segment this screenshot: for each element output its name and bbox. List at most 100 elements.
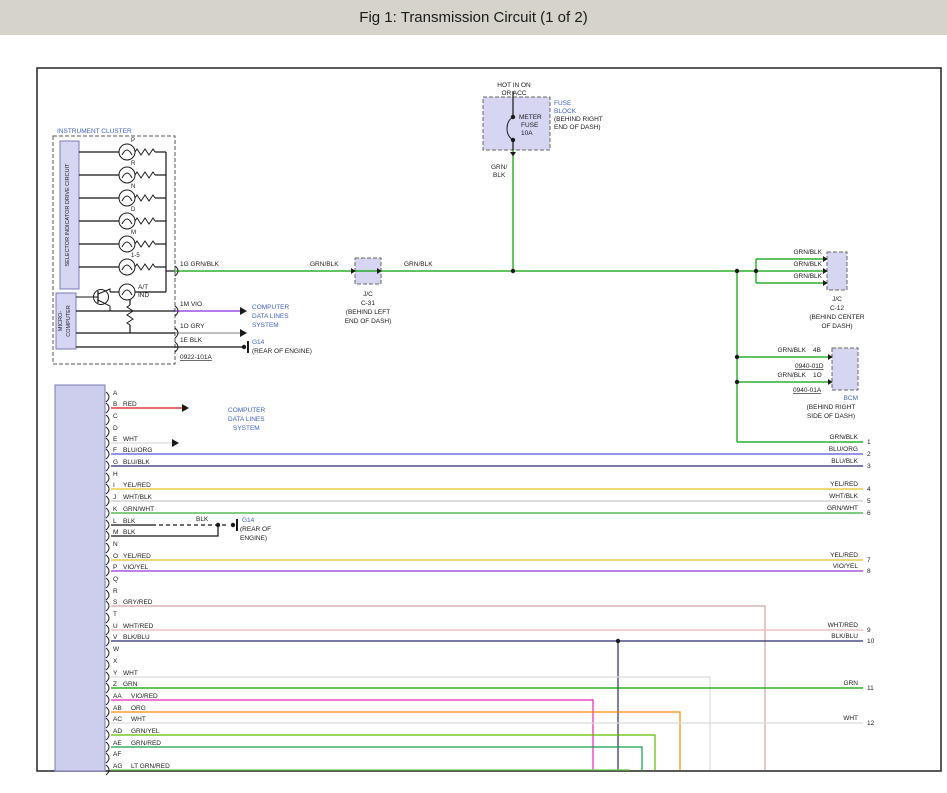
row-pin-letter-AB: AB — [113, 705, 122, 712]
bulb-label: N — [131, 184, 135, 190]
diagram-text: ENGINE) — [240, 535, 267, 542]
diagram-text: J/C — [363, 291, 373, 298]
ground-dot — [242, 345, 246, 349]
diagram-text[interactable]: 0940-01A — [793, 387, 822, 394]
junction-dot — [616, 639, 620, 643]
bcm-box — [832, 348, 858, 390]
row-pin-letter-B: B — [113, 401, 117, 408]
row-wire-label-Y: WHT — [123, 670, 138, 677]
diagram-text: 4B — [813, 347, 821, 354]
diagram-text: FUSE — [554, 100, 572, 107]
row-pin-letter-S: S — [113, 599, 118, 606]
fuse-block-box — [483, 97, 550, 150]
diagram-text[interactable]: 0940-01D — [795, 363, 824, 370]
right-pin-number-11: 11 — [867, 685, 874, 692]
diagram-text: SIDE OF DASH) — [807, 413, 855, 420]
right-pin-number-6: 6 — [867, 510, 871, 517]
row-pin-letter-Z: Z — [113, 681, 117, 688]
row-wire-label-U: WHT/RED — [123, 623, 154, 630]
diagram-text: GRN/BLK — [777, 347, 806, 354]
row-pin-letter-U: U — [113, 623, 118, 630]
bulb-label: R — [131, 161, 136, 167]
diagram-text: A/T — [138, 284, 148, 291]
right-wire-label-5: WHT/BLK — [829, 493, 859, 500]
junction-dot — [735, 355, 739, 359]
row-wire-label-P: VIO/YEL — [123, 564, 149, 571]
row-pin-letter-V: V — [113, 634, 118, 641]
row-wire-label-K: GRN/WHT — [123, 506, 154, 513]
diagram-text: BCM — [844, 395, 858, 402]
right-pin-number-12: 12 — [867, 720, 875, 727]
row-wire-label-B: RED — [123, 401, 137, 408]
row-pin-letter-Y: Y — [113, 670, 118, 677]
diagram-text: C-12 — [830, 305, 844, 312]
row-wire-label-AA: VIO/RED — [131, 693, 158, 700]
row-pin-letter-D: D — [113, 425, 118, 432]
row-pin-letter-G: G — [113, 459, 118, 466]
right-pin-number-7: 7 — [867, 557, 871, 564]
right-wire-label-1: GRN/BLK — [829, 434, 858, 441]
row-wire-label-G: BLU/BLK — [123, 459, 150, 466]
diagram-text[interactable]: 0922-101A — [180, 354, 212, 361]
diagram-text: 1O — [813, 372, 822, 379]
junction-dot — [735, 380, 739, 384]
row-wire-label-AE: GRN/RED — [131, 740, 161, 747]
right-pin-number-5: 5 — [867, 498, 871, 505]
diagram-text: GRN/BLK — [404, 261, 433, 268]
diagram-text: HOT IN ON — [497, 82, 531, 89]
right-pin-number-3: 3 — [867, 463, 871, 470]
right-wire-label-2: BLU/ORG — [829, 446, 858, 453]
junction-dot — [754, 269, 758, 273]
row-pin-letter-W: W — [113, 646, 120, 653]
diagram-border — [37, 68, 941, 771]
right-wire-label-12: WHT — [843, 715, 858, 722]
row-pin-letter-N: N — [113, 541, 118, 548]
diagram-text: OF DASH) — [821, 323, 852, 330]
junction-dot — [735, 269, 739, 273]
row-wire-label-AB: ORG — [131, 705, 146, 712]
row-pin-letter-I: I — [113, 482, 115, 489]
diagram-text: (BEHIND RIGHT — [554, 116, 603, 123]
row-pin-letter-AC: AC — [113, 716, 122, 723]
bulb-label: P — [131, 138, 135, 144]
diagram-text: GRN/BLK — [793, 273, 822, 280]
row-pin-letter-A: A — [113, 390, 118, 397]
row-wire-label-L: BLK — [123, 518, 136, 525]
row-pin-letter-L: L — [113, 518, 117, 525]
right-wire-label-9: WHT/RED — [828, 622, 859, 629]
right-wire-label-3: BLU/BLK — [831, 458, 858, 465]
jc-c12-box — [827, 252, 847, 290]
bulb-label: M — [131, 230, 136, 236]
row-wire-label-M: BLK — [123, 529, 136, 536]
junction-dot — [511, 138, 515, 142]
row-pin-letter-R: R — [113, 588, 118, 595]
diagram-text: BLOCK — [554, 108, 577, 115]
vertical-label: COMPUTER — [66, 305, 72, 337]
right-wire-label-8: VIO/YEL — [833, 563, 859, 570]
diagram-text: SYSTEM — [233, 425, 260, 432]
row-wire-label-AC: WHT — [131, 716, 146, 723]
row-pin-letter-E: E — [113, 436, 118, 443]
row-pin-letter-M: M — [113, 529, 118, 536]
diagram-text: DATA LINES — [252, 313, 289, 320]
diagram-text: FUSE — [521, 122, 539, 129]
right-pin-number-4: 4 — [867, 486, 871, 493]
diagram-text: 1G GRN/BLK — [180, 261, 220, 268]
row-wire-label-F: BLU/ORG — [123, 447, 152, 454]
diagram-text: GRN/BLK — [793, 249, 822, 256]
row-wire-label-S: GRY/RED — [123, 599, 153, 606]
diagram-text: INSTRUMENT CLUSTER — [57, 128, 132, 135]
diagram-text: G14 — [252, 339, 265, 346]
diagram-text: COMPUTER — [228, 407, 266, 414]
row-wire-label-AG: LT GRN/RED — [131, 763, 170, 770]
diagram-text: J/C — [832, 296, 842, 303]
row-pin-letter-X: X — [113, 658, 118, 665]
diagram-text: SYSTEM — [252, 322, 279, 329]
right-pin-number-1: 1 — [867, 439, 871, 446]
row-pin-letter-AG: AG — [113, 763, 122, 770]
diagram-text: BLK — [493, 172, 506, 179]
diagram-text: (BEHIND CENTER — [809, 314, 865, 321]
row-wire-label-V: BLK/BLU — [123, 634, 150, 641]
right-pin-number-2: 2 — [867, 451, 871, 458]
ground-dot — [231, 523, 235, 527]
